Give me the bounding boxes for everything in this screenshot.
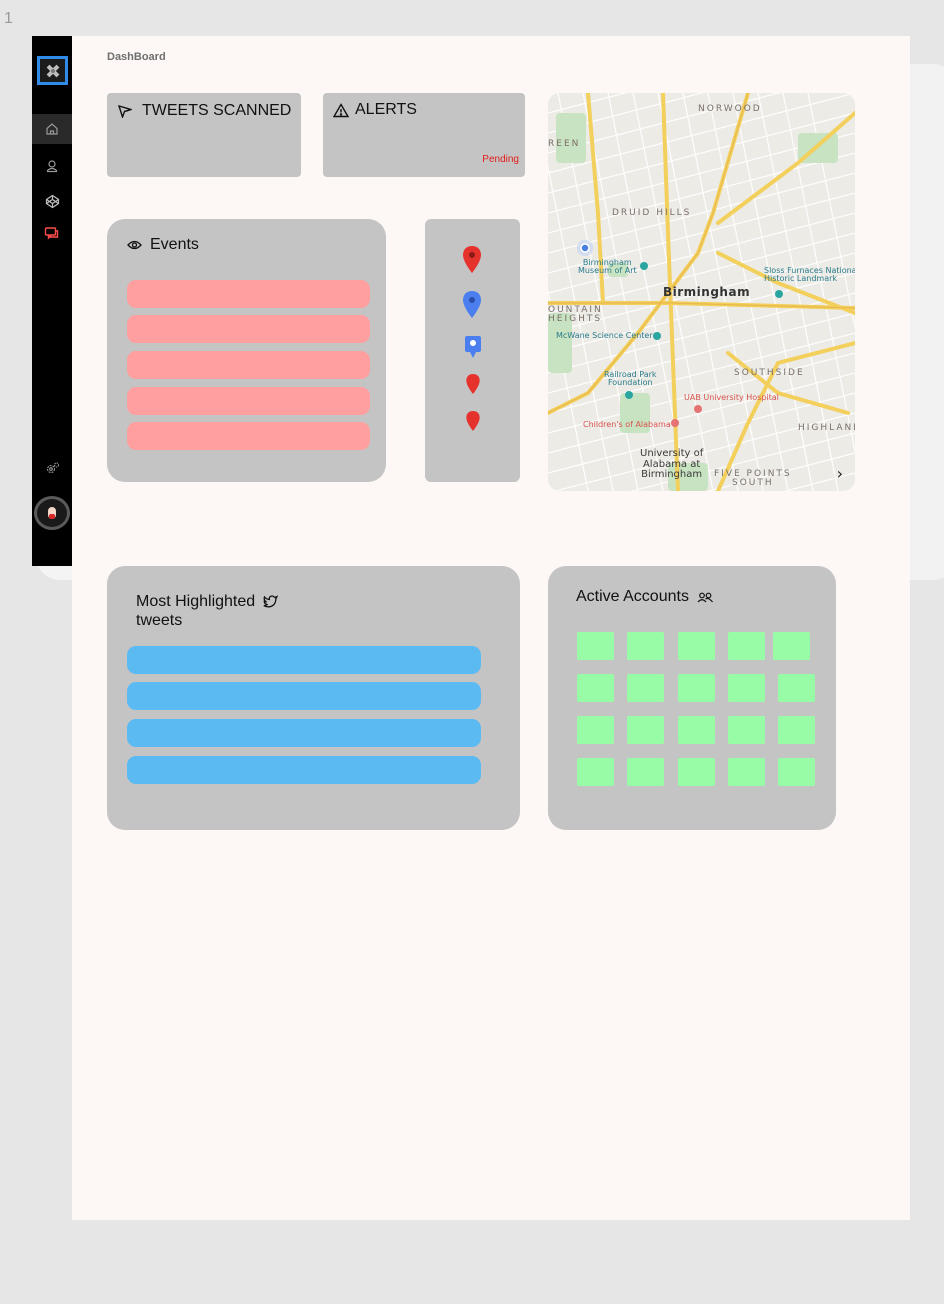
account-tile[interactable] <box>678 674 715 702</box>
account-tile[interactable] <box>773 632 810 660</box>
tweets-scanned-label: TWEETS SCANNED <box>142 102 292 119</box>
account-tile[interactable] <box>728 674 765 702</box>
map-label-mcwane: McWane Science Center <box>556 331 653 340</box>
account-tile[interactable] <box>728 758 765 786</box>
frame-number: 1 <box>4 10 13 27</box>
account-tile[interactable] <box>577 716 614 744</box>
alerts-card[interactable]: ALERTS Pending <box>323 93 525 177</box>
highlighted-title: Most Highlighted tweets <box>136 593 256 630</box>
map-pin-square-blue-icon[interactable] <box>465 336 481 358</box>
markers-card <box>425 219 520 482</box>
map-label-birmingham: Birmingham <box>663 285 751 299</box>
map-label-sloss: Sloss Furnaces National Historic Landmar… <box>764 266 855 284</box>
events-title: Events <box>150 236 199 253</box>
event-row[interactable] <box>127 351 370 379</box>
account-tile[interactable] <box>678 632 715 660</box>
map-label-fountain-heights: OUNTAIN HEIGHTS <box>548 305 603 325</box>
logo-icon[interactable] <box>37 56 68 85</box>
active-accounts-card: Active Accounts <box>548 566 836 830</box>
sidebar-item-codepen[interactable] <box>32 186 72 216</box>
users-icon <box>697 592 713 602</box>
sidebar-item-home[interactable] <box>32 114 72 144</box>
sidebar-item-profile[interactable] <box>32 151 72 181</box>
accounts-title: Active Accounts <box>576 588 689 605</box>
page-title: DashBoard <box>107 51 166 63</box>
account-tile[interactable] <box>577 632 614 660</box>
account-tile[interactable] <box>627 758 664 786</box>
sidebar <box>32 36 72 566</box>
account-tile[interactable] <box>627 632 664 660</box>
account-tile[interactable] <box>678 758 715 786</box>
alerts-label: ALERTS <box>355 101 417 118</box>
tweets-scanned-card[interactable]: TWEETS SCANNED <box>107 93 301 177</box>
tweet-row[interactable] <box>127 646 481 674</box>
account-tile[interactable] <box>778 716 815 744</box>
account-tile[interactable] <box>627 716 664 744</box>
twitter-icon <box>263 595 279 608</box>
event-row[interactable] <box>127 422 370 450</box>
eye-icon <box>127 240 142 250</box>
alert-triangle-icon <box>333 102 349 117</box>
map-pin-red-small-icon[interactable] <box>466 411 480 431</box>
event-row[interactable] <box>127 315 370 343</box>
events-card: Events <box>107 219 386 482</box>
codepen-icon <box>45 194 59 208</box>
alerts-status: Pending <box>482 154 519 165</box>
home-icon <box>46 123 58 135</box>
map-label-childrens: Children's of Alabama <box>583 420 671 429</box>
chat-icon <box>44 227 59 240</box>
account-tile[interactable] <box>627 674 664 702</box>
event-row[interactable] <box>127 280 370 308</box>
avatar[interactable] <box>34 496 70 530</box>
map-label-green: REEN <box>548 139 581 149</box>
map-label-norwood: NORWOOD <box>698 104 762 114</box>
account-tile[interactable] <box>728 632 765 660</box>
map-pin-red-icon[interactable] <box>463 246 481 273</box>
account-tile[interactable] <box>577 758 614 786</box>
event-row[interactable] <box>127 387 370 415</box>
map-label-highland: HIGHLAND <box>798 423 855 433</box>
settings-button[interactable] <box>32 453 72 483</box>
map-label-railroad-park: Railroad Park Foundation <box>604 370 657 388</box>
highlighted-tweets-card: Most Highlighted tweets <box>107 566 520 830</box>
map-label-druid-hills: DRUID HILLS <box>612 208 692 218</box>
account-tile[interactable] <box>778 674 815 702</box>
sidebar-item-messages[interactable] <box>32 219 72 249</box>
account-tile[interactable] <box>577 674 614 702</box>
tweet-row[interactable] <box>127 719 481 747</box>
map-label-museum: Birmingham Museum of Art <box>578 258 637 276</box>
settings-icon <box>46 461 59 473</box>
send-icon <box>118 104 132 118</box>
map-label-southside: SOUTHSIDE <box>734 368 805 378</box>
city-map[interactable]: NORWOOD REEN DRUID HILLS Birmingham Birm… <box>548 93 855 491</box>
tweet-row[interactable] <box>127 756 481 784</box>
account-tile[interactable] <box>678 716 715 744</box>
map-pin-red-small-icon[interactable] <box>466 374 480 394</box>
map-pin-blue-icon[interactable] <box>463 291 481 318</box>
tweet-row[interactable] <box>127 682 481 710</box>
user-icon <box>46 160 58 173</box>
account-tile[interactable] <box>728 716 765 744</box>
chevron-right-icon[interactable]: › <box>837 464 843 483</box>
map-label-university: University of Alabama at Birmingham <box>640 448 704 480</box>
account-tile[interactable] <box>778 758 815 786</box>
map-label-five-points: FIVE POINTS SOUTH <box>714 469 792 489</box>
map-label-uab-hospital: UAB University Hospital <box>684 393 779 402</box>
